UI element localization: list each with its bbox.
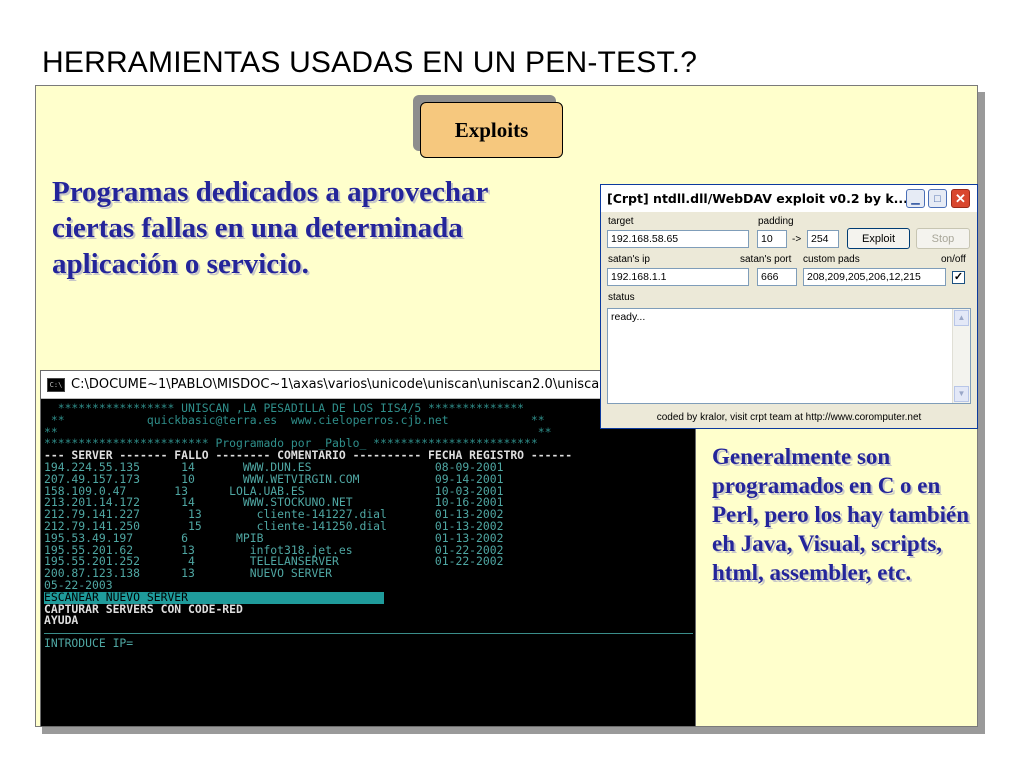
target-label: target [608,216,634,227]
custom-pads-input[interactable]: 208,209,205,206,12,215 [803,268,946,286]
menu-item-help[interactable]: AYUDA [44,615,693,627]
padding-from-input[interactable]: 10 [757,230,787,248]
lead-text: Programas dedicados a aprovechar ciertas… [52,176,488,280]
stop-button[interactable]: Stop [916,228,970,249]
exploit-titlebar[interactable]: [Crpt] ntdll.dll/WebDAV exploit v0.2 by … [601,185,977,212]
console-body[interactable]: ***************** UNISCAN ,LA PESADILLA … [41,399,695,726]
padding-arrow: -> [792,234,802,245]
exploit-form: target padding 192.168.58.65 10 -> 254 E… [601,212,977,428]
scroll-up-icon[interactable]: ▲ [954,310,969,326]
satan-ip-label: satan's ip [608,254,650,265]
satan-ip-input[interactable]: 192.168.1.1 [607,268,749,286]
exploit-button[interactable]: Exploit [847,228,910,249]
ip-prompt-input[interactable]: INTRODUCE IP= [44,637,693,650]
close-icon: ✕ [955,190,966,206]
minimize-button[interactable]: ▁ [906,189,925,208]
slide-title: HERRAMIENTAS USADAS EN UN PEN-TEST.? [42,46,698,79]
console-titlebar[interactable]: C:\ C:\DOCUME~1\PABLO\MISDOC~1\axas\vari… [41,371,695,399]
close-button[interactable]: ✕ [951,189,970,208]
console-window[interactable]: C:\ C:\DOCUME~1\PABLO\MISDOC~1\axas\vari… [40,370,696,727]
status-scrollbar[interactable]: ▲ ▼ [952,309,970,403]
console-title: C:\DOCUME~1\PABLO\MISDOC~1\axas\varios\u… [71,377,635,392]
satan-port-input[interactable]: 666 [757,268,797,286]
minimize-icon: ▁ [911,193,920,205]
custom-pads-label: custom pads [803,254,860,265]
maximize-icon: □ [934,192,941,205]
status-text: ready... [611,311,646,323]
exploit-window[interactable]: [Crpt] ntdll.dll/WebDAV exploit v0.2 by … [600,184,978,429]
exploit-window-title: [Crpt] ntdll.dll/WebDAV exploit v0.2 by … [607,191,908,206]
target-input[interactable]: 192.168.58.65 [607,230,749,248]
maximize-button[interactable]: □ [928,189,947,208]
credits-note: coded by kralor, visit crpt team at http… [656,412,922,423]
console-table-row: 200.87.123.138 13 NUEVO SERVER [44,566,333,581]
padding-label: padding [758,216,794,227]
exploits-badge: Exploits [420,102,563,158]
status-label: status [608,292,635,303]
side-text: Generalmente son programados en C o en P… [712,444,970,585]
scroll-down-icon[interactable]: ▼ [954,386,969,402]
cmd-icon: C:\ [47,377,65,392]
custom-pads-checkbox[interactable]: ✓ [952,271,965,284]
on-off-label: on/off [941,254,966,265]
status-textarea[interactable]: ready... ▲ ▼ [607,308,971,404]
padding-to-input[interactable]: 254 [807,230,839,248]
satan-port-label: satan's port [740,254,792,265]
console-divider [44,633,693,635]
menu-item-capture-code-red[interactable]: CAPTURAR SERVERS CON CODE-RED [44,603,693,616]
